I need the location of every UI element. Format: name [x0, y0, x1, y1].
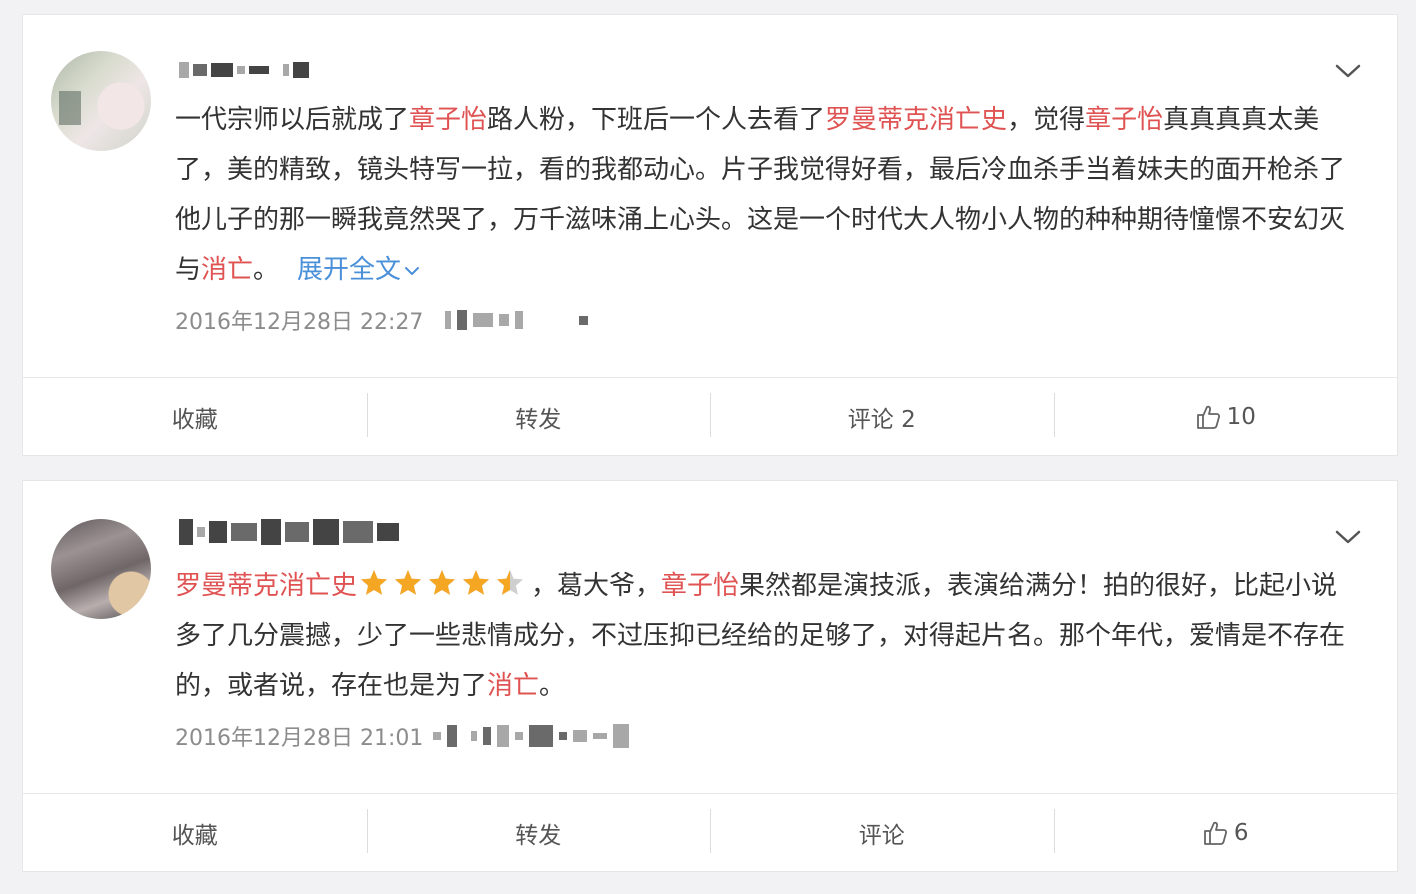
favorite-button[interactable]: 收藏: [23, 378, 367, 455]
review-card: 罗曼蒂克消亡史 ，葛大爷，章子怡果然都是演技派，表演给满分！拍的很好，比起小说多了…: [22, 480, 1398, 872]
avatar[interactable]: [51, 519, 151, 619]
like-button[interactable]: 10: [1053, 378, 1398, 455]
comment-button[interactable]: 评论 2: [710, 378, 1054, 455]
keyword-highlight[interactable]: 消亡: [487, 671, 539, 701]
chevron-down-icon: [1335, 64, 1361, 78]
movie-title-link[interactable]: 罗曼蒂克消亡史: [175, 571, 357, 601]
keyword-highlight[interactable]: 罗曼蒂克消亡史: [825, 105, 1007, 135]
timestamp: 2016年12月28日 22:27: [175, 310, 424, 335]
like-count: 10: [1226, 403, 1256, 430]
timestamp: 2016年12月28日 21:01: [175, 726, 424, 751]
review-text-part: ，葛大爷，: [531, 571, 662, 601]
review-text-part: 一代宗师以后就成了: [175, 105, 410, 135]
star-icon: [361, 570, 388, 595]
review-text-part: 路人粉，下班后一个人去看了: [487, 105, 826, 135]
repost-label: 转发: [515, 822, 562, 849]
like-button[interactable]: 6: [1053, 794, 1398, 871]
like-count: 6: [1233, 819, 1249, 846]
review-text: 一代宗师以后就成了章子怡路人粉，下班后一个人去看了罗曼蒂克消亡史，觉得章子怡真真…: [175, 95, 1357, 295]
avatar[interactable]: [51, 51, 151, 151]
star-rating: [359, 568, 525, 598]
username-redacted[interactable]: [179, 59, 309, 81]
favorite-button[interactable]: 收藏: [23, 794, 367, 871]
repost-button[interactable]: 转发: [366, 794, 711, 871]
review-text: 罗曼蒂克消亡史 ，葛大爷，章子怡果然都是演技派，表演给满分！拍的很好，比起小说多了…: [175, 561, 1357, 711]
post-meta: 2016年12月28日 22:27: [175, 305, 589, 335]
comment-label: 评论 2: [847, 406, 916, 433]
thumbs-up-icon: [1202, 820, 1228, 846]
review-text-part: ，觉得: [1007, 105, 1086, 135]
comment-label: 评论: [858, 822, 905, 849]
review-card: 一代宗师以后就成了章子怡路人粉，下班后一个人去看了罗曼蒂克消亡史，觉得章子怡真真…: [22, 14, 1398, 456]
more-options-button[interactable]: [1335, 63, 1361, 79]
keyword-highlight[interactable]: 章子怡: [1085, 105, 1163, 135]
chevron-down-icon: [1335, 530, 1361, 544]
keyword-highlight[interactable]: 消亡: [201, 255, 253, 285]
source-redacted: [445, 310, 589, 330]
post-meta: 2016年12月28日 21:01: [175, 721, 630, 751]
star-icon: [463, 570, 490, 595]
repost-button[interactable]: 转发: [366, 378, 711, 455]
more-options-button[interactable]: [1335, 529, 1361, 545]
star-icon: [395, 570, 422, 595]
review-feed: 一代宗师以后就成了章子怡路人粉，下班后一个人去看了罗曼蒂克消亡史，觉得章子怡真真…: [0, 0, 1416, 894]
action-bar: 收藏 转发 评论 6: [23, 793, 1397, 871]
comment-button[interactable]: 评论: [710, 794, 1054, 871]
favorite-label: 收藏: [171, 822, 218, 849]
username-redacted[interactable]: [179, 519, 399, 545]
keyword-highlight[interactable]: 章子怡: [661, 571, 739, 601]
star-icon: [429, 570, 456, 595]
action-bar: 收藏 转发 评论 2 10: [23, 377, 1397, 455]
thumbs-up-icon: [1195, 404, 1221, 430]
expand-label: 展开全文: [297, 255, 402, 285]
favorite-label: 收藏: [171, 406, 218, 433]
repost-label: 转发: [515, 406, 562, 433]
chevron-down-small-icon: [405, 267, 420, 275]
source-redacted: [433, 724, 630, 748]
expand-full-text-link[interactable]: 展开全文: [297, 255, 420, 285]
review-text-part: 。: [539, 671, 566, 701]
star-icon: [497, 570, 524, 595]
review-text-part: 。: [253, 255, 280, 285]
keyword-highlight[interactable]: 章子怡: [409, 105, 487, 135]
